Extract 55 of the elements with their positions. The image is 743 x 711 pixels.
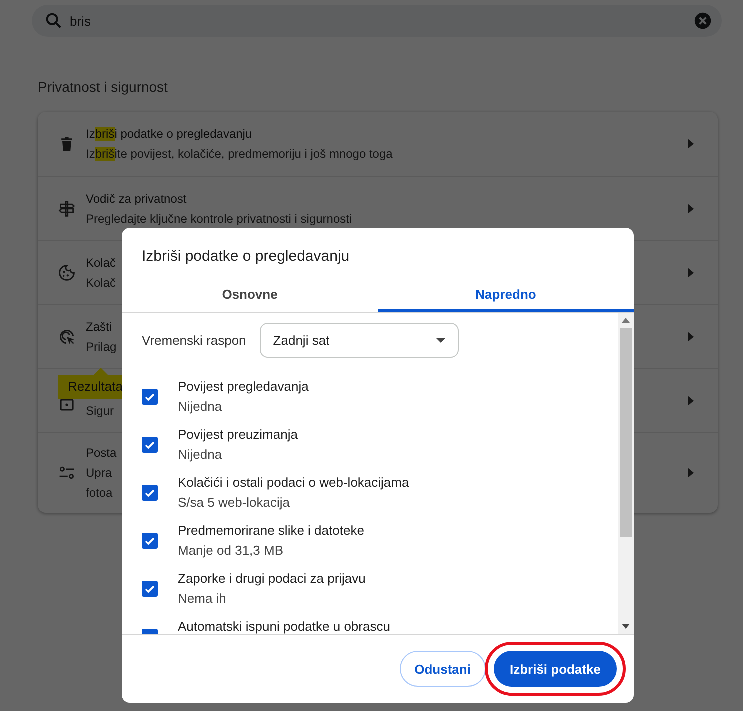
- dialog-title: Izbriši podatke o pregledavanju: [141, 247, 351, 265]
- scrollbar-thumb[interactable]: [620, 328, 632, 537]
- checkbox[interactable]: [142, 533, 158, 549]
- search-text: bris: [70, 14, 92, 28]
- option-detail: Nijedna: [178, 398, 224, 416]
- caret-down-icon: [436, 338, 446, 343]
- time-range-dropdown[interactable]: Zadnji sat: [260, 323, 460, 358]
- arrow-right-icon: [688, 268, 694, 278]
- clear-icon[interactable]: [694, 12, 712, 30]
- arrow-right-icon: [688, 468, 694, 478]
- settings-row[interactable]: Izbriši podatke o pregledavanju Izbrišite povijest, kolačiće, predmemoriju i još mnogo toga: [38, 112, 718, 176]
- option-title: Kolačići i ostali podaci o web-lokacijama: [178, 474, 410, 492]
- option-title: Zaporke i drugi podaci za prijavu: [178, 570, 366, 588]
- setting-description: fotoa: [86, 485, 113, 502]
- checkbox[interactable]: [142, 581, 158, 597]
- tab[interactable]: Napredno: [378, 283, 634, 312]
- delete-data-button[interactable]: Izbriši podatke: [494, 651, 617, 687]
- cursor-target-icon: [58, 328, 76, 346]
- tab[interactable]: Osnovne: [122, 283, 378, 312]
- arrow-right-icon: [688, 139, 694, 149]
- option-detail: S/sa 5 web-lokacija: [178, 494, 291, 512]
- option-title: Predmemorirane slike i datoteke: [178, 522, 364, 540]
- search-icon: [44, 11, 64, 31]
- setting-description: Upra: [86, 465, 112, 482]
- setting-title: Vodič za privatnost: [86, 190, 187, 208]
- scroll-down-icon[interactable]: [622, 624, 630, 629]
- scroll-up-icon[interactable]: [622, 318, 630, 323]
- lock-icon: [60, 398, 74, 410]
- setting-description: Sigur: [86, 402, 114, 420]
- time-range-label: Vremenski raspon: [142, 333, 246, 348]
- option-detail: Nema ih: [178, 590, 228, 608]
- scrollbar[interactable]: [618, 313, 634, 634]
- section-title: Privatnost i sigurnost: [38, 79, 169, 95]
- setting-title: Zašti: [86, 318, 112, 336]
- signpost-icon: [58, 200, 76, 218]
- cancel-button[interactable]: Odustani: [400, 651, 486, 687]
- option-title: Povijest preuzimanja: [178, 426, 298, 444]
- setting-title: Kolač: [86, 254, 116, 272]
- setting-title: Posta: [86, 445, 117, 462]
- cookie-icon: [58, 264, 76, 282]
- option-detail: Manje od 31,3 MB: [178, 542, 285, 560]
- checkbox[interactable]: [142, 389, 158, 405]
- setting-description: Pregledajte ključne kontrole privatnosti i sigurnosti: [86, 210, 352, 228]
- arrow-right-icon: [688, 396, 694, 406]
- option-title: Automatski ispuni podatke u obrascu: [178, 618, 390, 634]
- checkbox[interactable]: [142, 437, 158, 453]
- checkbox[interactable]: [142, 485, 158, 501]
- setting-title: Izbriši podatke o pregledavanju: [86, 126, 252, 143]
- setting-description: Izbrišite povijest, kolačiće, predmemoriju i još mnogo toga: [86, 146, 393, 163]
- setting-description: Kolač: [86, 274, 116, 292]
- arrow-right-icon: [688, 204, 694, 214]
- option-detail: Nijedna: [178, 446, 224, 464]
- setting-description: Prilag: [86, 338, 117, 356]
- sliders-icon: [58, 464, 76, 482]
- arrow-right-icon: [688, 332, 694, 342]
